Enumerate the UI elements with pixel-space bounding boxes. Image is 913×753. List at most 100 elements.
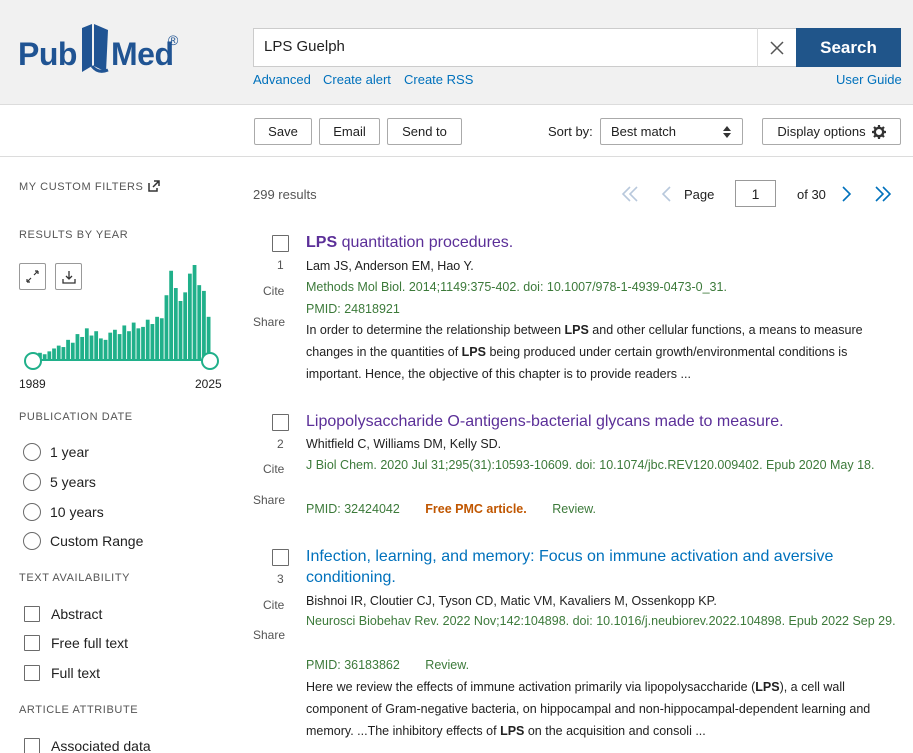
histogram-bar (52, 348, 56, 360)
result-number: 3 (277, 572, 284, 586)
cite-button[interactable]: Cite (263, 462, 284, 476)
page-number-input[interactable]: 1 (735, 180, 776, 207)
gear-icon (871, 124, 886, 139)
result-pmid: PMID: 36183862 (306, 658, 400, 672)
histogram-bar (61, 347, 66, 360)
result-pmid-line: PMID: 32424042 Free PMC article. Review. (306, 502, 596, 516)
histogram-bar (136, 328, 141, 360)
clear-search-button[interactable] (757, 28, 796, 67)
histogram-bar (89, 335, 94, 360)
result-authors: Whitfield C, Williams DM, Kelly SD. (306, 437, 502, 451)
result-journal: Methods Mol Biol. 2014;1149:375-402. doi… (306, 280, 727, 294)
sort-value: Best match (611, 124, 677, 139)
year-start-handle[interactable] (24, 352, 42, 370)
date-option-1-year[interactable]: 1 year (23, 442, 89, 462)
text-option-abstract[interactable]: Abstract (23, 604, 102, 624)
histogram-bar (56, 345, 61, 360)
cite-button[interactable]: Cite (263, 284, 284, 298)
histogram-bar (108, 332, 113, 360)
histogram-bar (103, 339, 108, 360)
radio-button[interactable] (23, 532, 41, 550)
next-page-icon[interactable] (840, 185, 854, 203)
histogram-bar (155, 316, 159, 360)
first-page-icon[interactable] (621, 185, 639, 203)
results-toolbar: Save Email Send to Sort by: Best match D… (0, 106, 913, 157)
histogram-bar (122, 325, 127, 360)
article-attribute-title: ARTICLE ATTRIBUTE (19, 704, 139, 716)
display-options-label: Display options (777, 124, 866, 139)
result-title-link[interactable]: Infection, learning, and memory: Focus o… (306, 546, 896, 588)
external-link-icon[interactable] (148, 180, 160, 192)
result-checkbox[interactable] (272, 549, 289, 566)
display-options-button[interactable]: Display options (762, 118, 901, 145)
create-rss-link[interactable]: Create RSS (404, 72, 473, 87)
send-to-button[interactable]: Send to (387, 118, 462, 145)
result-authors: Lam JS, Anderson EM, Hao Y. (306, 259, 474, 273)
result-checkbox[interactable] (272, 414, 289, 431)
checkbox[interactable] (24, 635, 40, 651)
user-guide-link[interactable]: User Guide (836, 72, 902, 87)
sort-label: Sort by: (548, 124, 593, 139)
create-alert-link[interactable]: Create alert (323, 72, 391, 87)
date-option-custom-range[interactable]: Custom Range (23, 531, 143, 551)
histogram-bar (80, 336, 85, 360)
checkbox[interactable] (24, 738, 40, 753)
histogram-bar (145, 319, 150, 360)
histogram-bar (113, 329, 117, 360)
result-checkbox[interactable] (272, 235, 289, 252)
advanced-link[interactable]: Advanced (253, 72, 311, 87)
text-option-free-full-text[interactable]: Free full text (23, 633, 128, 653)
year-histogram[interactable] (27, 262, 217, 362)
year-start-label: 1989 (19, 377, 46, 391)
checkbox[interactable] (24, 606, 40, 622)
histogram-bar (169, 270, 174, 360)
custom-filters-title[interactable]: MY CUSTOM FILTERS (19, 181, 144, 193)
radio-button[interactable] (23, 443, 41, 461)
result-title-link[interactable]: Lipopolysaccharide O-antigens-bacterial … (306, 411, 896, 432)
sort-select[interactable]: Best match (600, 118, 743, 145)
histogram-bar (47, 351, 52, 360)
last-page-icon[interactable] (874, 185, 892, 203)
histogram-bar (150, 324, 155, 360)
checkbox[interactable] (24, 665, 40, 681)
histogram-bar (94, 331, 99, 360)
review-badge: Review. (425, 658, 470, 672)
result-number: 2 (277, 437, 284, 451)
search-field[interactable] (253, 28, 797, 67)
date-option-5-years[interactable]: 5 years (23, 472, 96, 492)
share-button[interactable]: Share (253, 493, 285, 507)
histogram-bar (173, 288, 178, 360)
email-button[interactable]: Email (319, 118, 380, 145)
search-button[interactable]: Search (796, 28, 901, 67)
logo-med: Med (111, 36, 174, 72)
year-end-handle[interactable] (201, 352, 219, 370)
result-snippet: Here we review the effects of immune act… (306, 680, 871, 738)
free-pmc-link[interactable]: Free PMC article. (425, 502, 526, 516)
share-button[interactable]: Share (253, 315, 285, 329)
cite-button[interactable]: Cite (263, 598, 284, 612)
logo-registered: ® (168, 32, 179, 48)
share-button[interactable]: Share (253, 628, 285, 642)
histogram-bar (164, 295, 169, 360)
result-title-link[interactable]: LPS quantitation procedures. (306, 232, 896, 253)
pubmed-logo[interactable]: Pub Med ® (18, 22, 188, 78)
book-icon (82, 24, 109, 73)
sort-arrows-icon (723, 126, 731, 138)
attr-option-associated-data[interactable]: Associated data (23, 736, 151, 753)
date-option-10-years[interactable]: 10 years (23, 502, 104, 522)
result-snippet: In order to determine the relationship b… (306, 323, 863, 381)
histogram-bar (66, 339, 70, 360)
previous-page-icon[interactable] (659, 185, 673, 203)
save-button[interactable]: Save (254, 118, 312, 145)
histogram-bar (197, 285, 202, 360)
radio-button[interactable] (23, 473, 41, 491)
results-by-year-title: RESULTS BY YEAR (19, 229, 129, 241)
result-journal: J Biol Chem. 2020 Jul 31;295(31):10593-1… (306, 458, 875, 472)
histogram-bar (127, 331, 131, 360)
page-label: Page (684, 187, 715, 202)
histogram-bar (141, 326, 145, 360)
radio-button[interactable] (23, 503, 41, 521)
text-option-full-text[interactable]: Full text (23, 663, 100, 683)
review-badge: Review. (552, 502, 596, 516)
search-input[interactable] (264, 38, 754, 55)
